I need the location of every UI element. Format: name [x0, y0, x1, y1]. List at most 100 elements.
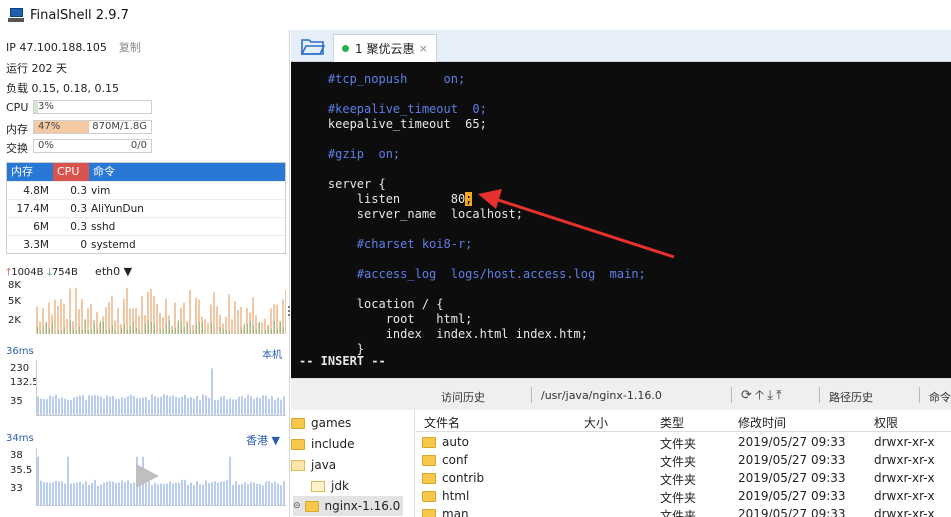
ping-bar [226, 480, 228, 505]
network-bar-down [130, 327, 131, 334]
proc-cmd: vim [91, 185, 111, 197]
download-rate: 754B [51, 267, 78, 278]
up-arrow-icon[interactable]: 🡡 [755, 388, 767, 403]
network-bar-down [58, 330, 59, 334]
command-button[interactable]: 命令 [929, 389, 951, 405]
network-bar [81, 299, 83, 334]
swap-meter: 0% 0/0 [33, 139, 152, 153]
network-bar-down [202, 322, 203, 334]
ping-bar [61, 481, 63, 505]
swap-value: 0/0 [130, 140, 147, 151]
process-row[interactable]: 3.3M 0 systemd [7, 235, 285, 253]
tab-session[interactable]: 1 聚优云惠 × [333, 34, 437, 62]
col-filename[interactable]: 文件名 [424, 414, 460, 431]
terminal-line-text: index index.html index.htm; [299, 327, 588, 341]
file-modified: 2019/05/27 09:33 [738, 453, 846, 467]
ping-bar [193, 485, 195, 505]
ping-bar [265, 481, 267, 505]
process-row[interactable]: 4.8M 0.3 vim [7, 181, 285, 199]
tree-item-java[interactable]: java [291, 455, 336, 475]
copy-ip-button[interactable]: 复制 [119, 41, 141, 54]
ping-latency: 36ms [6, 346, 34, 357]
tree-item-label: include [311, 437, 355, 451]
folder-open-icon[interactable] [301, 36, 325, 56]
ping-bar [241, 396, 243, 415]
ping-location-select[interactable]: 香港 ▼ [246, 432, 280, 448]
ping-location[interactable]: 本机 [262, 346, 282, 361]
network-bar-down [217, 333, 218, 334]
file-row[interactable]: auto 文件夹 2019/05/27 09:33 drwxr-xr-x [416, 434, 951, 452]
ping-bar [190, 397, 192, 415]
ip-row: IP 47.100.188.105 复制 [6, 39, 141, 55]
file-row[interactable]: html 文件夹 2019/05/27 09:33 drwxr-xr-x [416, 488, 951, 506]
col-size[interactable]: 大小 [584, 414, 608, 431]
file-row[interactable]: man 文件夹 2019/05/27 09:33 drwxr-xr-x [416, 506, 951, 517]
ping-bar [157, 397, 159, 415]
file-modified: 2019/05/27 09:33 [738, 435, 846, 449]
ping-bar [187, 398, 189, 415]
file-permissions: drwxr-xr-x [874, 507, 935, 517]
terminal-line: #tcp_nopush on; [299, 72, 465, 87]
ping-bar [52, 481, 54, 505]
network-bar-down [43, 326, 44, 334]
ping-bar [211, 368, 213, 415]
ping-bar [280, 485, 282, 505]
ping-bar [109, 481, 111, 505]
col-command[interactable]: 命令 [89, 163, 285, 181]
refresh-icon[interactable]: ⟳ [741, 388, 755, 403]
ping-bar [253, 482, 255, 505]
process-row[interactable]: 17.4M 0.3 AliYunDun [7, 199, 285, 217]
col-cpu[interactable]: CPU [53, 163, 89, 181]
ping-bar [277, 483, 279, 505]
terminal-line-text: #access_log logs/host.access.log main; [299, 267, 646, 281]
network-bar-down [190, 330, 191, 334]
ping-bar [247, 394, 249, 415]
tree-item-jdk[interactable]: jdk [311, 476, 349, 496]
proc-cmd: AliYunDun [91, 203, 144, 215]
col-permissions[interactable]: 权限 [874, 414, 898, 431]
ping-bar [253, 399, 255, 415]
play-icon[interactable] [133, 462, 161, 490]
col-memory[interactable]: 内存 [7, 163, 53, 181]
ping-bar [238, 484, 240, 505]
terminal-line-text: listen 80 [299, 192, 466, 206]
network-bar-down [262, 333, 263, 334]
network-bar-down [277, 328, 278, 334]
ping-latency: 34ms [6, 433, 34, 444]
close-icon[interactable]: × [419, 42, 428, 55]
annotation-arrow [478, 189, 675, 259]
network-bar-down [172, 328, 173, 334]
ping-bar [112, 395, 114, 415]
network-bar-down [244, 323, 245, 334]
memory-meter: 47% 870M/1.8G [33, 120, 152, 134]
file-name: html [442, 489, 470, 503]
ping-bar [169, 481, 171, 505]
tree-item-games[interactable]: games [291, 413, 351, 433]
file-row[interactable]: conf 文件夹 2019/05/27 09:33 drwxr-xr-x [416, 452, 951, 470]
path-input[interactable]: /usr/java/nginx-1.16.0 [541, 389, 662, 402]
file-row[interactable]: contrib 文件夹 2019/05/27 09:33 drwxr-xr-x [416, 470, 951, 488]
expand-icon[interactable]: ⊝ [293, 501, 301, 511]
network-bar [66, 318, 68, 334]
terminal-line: #gzip on; [299, 147, 400, 162]
network-bar-down [40, 330, 41, 334]
path-history-button[interactable]: 路径历史 [829, 389, 873, 405]
interface-select[interactable]: eth0 ▼ [95, 265, 132, 278]
process-row[interactable]: 6M 0.3 sshd [7, 217, 285, 235]
col-type[interactable]: 类型 [660, 414, 684, 431]
ping-bar [175, 396, 177, 415]
tree-item-nginx[interactable]: ⊝ nginx-1.16.0 [293, 496, 403, 516]
tree-item-include[interactable]: include [291, 434, 354, 454]
download-icon[interactable]: ⤓ [767, 388, 776, 403]
network-bar-down [175, 327, 176, 334]
file-modified: 2019/05/27 09:33 [738, 489, 846, 503]
col-modified[interactable]: 修改时间 [738, 414, 786, 431]
visit-history-button[interactable]: 访问历史 [441, 389, 485, 405]
ping-bar [250, 396, 252, 415]
network-bar-down [37, 326, 38, 334]
ping-chart-hk [36, 448, 286, 506]
upload-icon[interactable]: ⤒ [776, 388, 785, 403]
ping-bar [271, 396, 273, 415]
terminal-line-text: -- INSERT -- [299, 354, 386, 368]
network-chart [36, 280, 286, 334]
